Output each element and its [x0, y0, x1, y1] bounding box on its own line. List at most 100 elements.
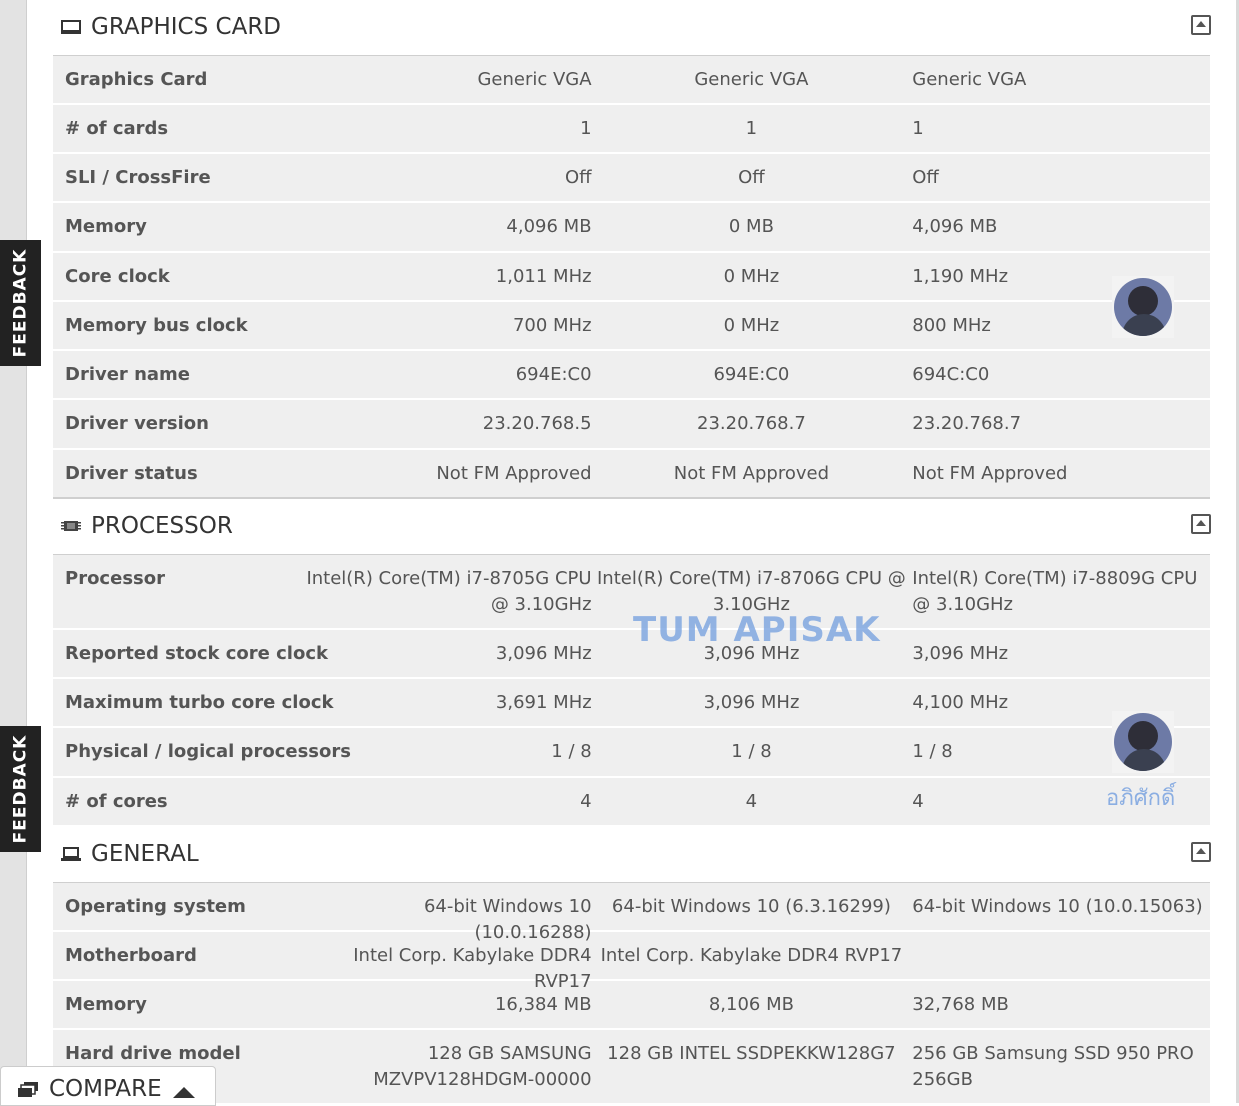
- feedback-tab[interactable]: FEEDBACK: [0, 240, 41, 366]
- expand-arrow-icon[interactable]: [173, 1087, 195, 1098]
- table-row: Core clock 1,011 MHz 0 MHz 1,190 MHz: [53, 253, 1210, 302]
- table-row: # of cards 1 1 1: [53, 105, 1210, 154]
- row-value: 4: [580, 791, 592, 812]
- row-value: 32,768 MB: [912, 994, 1009, 1015]
- row-value: 23.20.768.7: [697, 413, 806, 434]
- table-row: Memory 4,096 MB 0 MB 4,096 MB: [53, 203, 1210, 253]
- row-label: Core clock: [65, 266, 170, 287]
- row-value: 0 MHz: [723, 315, 780, 336]
- row-value: 16,384 MB: [494, 994, 592, 1015]
- row-label: Maximum turbo core clock: [65, 692, 334, 713]
- feedback-label: FEEDBACK: [10, 248, 31, 358]
- row-value: Generic VGA: [912, 69, 1027, 90]
- table-row: Driver status Not FM Approved Not FM Appro…: [53, 450, 1210, 499]
- row-label: Graphics Card: [65, 69, 208, 90]
- feedback-tab[interactable]: FEEDBACK: [0, 726, 41, 852]
- row-value: 23.20.768.7: [912, 413, 1022, 434]
- table-row: SLI / CrossFire Off Off Off: [53, 154, 1210, 203]
- row-value: Off: [912, 167, 939, 188]
- table-row: Motherboard Intel Corp. Kabylake DDR4 RVP…: [53, 932, 1210, 992]
- row-value: 700 MHz: [512, 315, 592, 336]
- table-row: Physical / logical processors 1 / 81 / 81…: [53, 728, 1210, 778]
- comparison-content: GRAPHICS CARD Graphics Card Generic VGA Ge…: [53, 0, 1211, 1105]
- row-value: Intel(R) Core(TM) i7-8705G CPU @ 3.10GHz: [306, 568, 592, 615]
- row-value: 1: [580, 118, 592, 139]
- table-row: Driver name 694E:C0 694E:C0 694C:C0: [53, 351, 1210, 400]
- table-row: Operating system 64-bit Windows 10 (10.0.…: [53, 883, 1210, 943]
- row-value: 256 GB Samsung SSD 950 PRO 256GB: [912, 1043, 1194, 1090]
- row-value: Off: [564, 167, 592, 188]
- row-value: 128 GB INTEL SSDPEKKW128G7: [607, 1043, 896, 1064]
- row-value: 8,106 MB: [708, 994, 794, 1015]
- row-value: 1 / 8: [551, 741, 592, 762]
- row-value: Intel Corp. Kabylake DDR4 RVP17: [600, 945, 903, 966]
- row-value: Intel Corp. Kabylake DDR4 RVP17: [353, 945, 592, 992]
- row-value: 4,096 MB: [506, 216, 592, 237]
- section-header-graphics: GRAPHICS CARD: [53, 0, 1211, 56]
- watermark-avatar: [1112, 276, 1174, 338]
- row-value: 1: [745, 118, 758, 139]
- table-row: Graphics Card Generic VGA Generic VGA Gener…: [53, 56, 1210, 105]
- row-value: [911, 932, 1210, 979]
- row-value: 1: [912, 118, 924, 139]
- processor-icon: [61, 521, 81, 531]
- row-value: 694C:C0: [912, 364, 990, 385]
- table-row: Hard drive model 128 GB SAMSUNG MZVPV128H…: [53, 1030, 1210, 1105]
- row-label: Memory: [65, 994, 147, 1015]
- row-value: 23.20.768.5: [482, 413, 592, 434]
- table-row: Processor Intel(R) Core(TM) i7-8705G CPU …: [53, 555, 1210, 630]
- row-value: 3,096 MHz: [703, 692, 800, 713]
- compare-bar[interactable]: COMPARE: [0, 1066, 216, 1106]
- row-value: 1,011 MHz: [495, 266, 592, 287]
- feedback-label: FEEDBACK: [10, 734, 31, 844]
- row-value: 64-bit Windows 10 (6.3.16299): [611, 896, 891, 917]
- laptop-icon: [61, 847, 81, 861]
- row-label: Driver version: [65, 413, 209, 434]
- row-value: 3,096 MHz: [912, 643, 1009, 664]
- row-label: Driver status: [65, 463, 198, 484]
- row-value: Intel(R) Core(TM) i7-8809G CPU @ 3.10GHz: [912, 568, 1198, 615]
- section-header-general: GENERAL: [53, 827, 1211, 883]
- row-value: 128 GB SAMSUNG MZVPV128HDGM-00000: [373, 1043, 592, 1090]
- row-value: 694E:C0: [713, 364, 790, 385]
- row-label: Reported stock core clock: [65, 643, 328, 664]
- row-value: 64-bit Windows 10 (10.0.15063): [912, 896, 1203, 917]
- row-label: SLI / CrossFire: [65, 167, 211, 188]
- table-row: Memory bus clock 700 MHz 0 MHz 800 MHz: [53, 302, 1210, 351]
- general-rows: Operating system 64-bit Windows 10 (10.0.…: [53, 883, 1210, 1105]
- row-value: Generic VGA: [477, 69, 592, 90]
- graphics-card-icon: [61, 20, 81, 34]
- row-value: Not FM Approved: [912, 463, 1068, 484]
- stack-icon: [18, 1082, 38, 1097]
- section-title: PROCESSOR: [91, 513, 233, 539]
- table-row: Reported stock core clock 3,096 MHz 3,096 …: [53, 630, 1210, 679]
- watermark-text: TUM APISAK: [633, 610, 881, 650]
- row-value: Off: [738, 167, 765, 188]
- row-value: 4: [745, 791, 758, 812]
- watermark-avatar: [1112, 711, 1174, 773]
- row-value: Not FM Approved: [436, 463, 592, 484]
- row-value: 64-bit Windows 10 (10.0.16288): [423, 896, 592, 943]
- left-rail: [0, 0, 27, 1103]
- table-row: Driver version 23.20.768.5 23.20.768.7 23.2…: [53, 400, 1210, 450]
- row-label: # of cores: [65, 791, 168, 812]
- collapse-button[interactable]: [1191, 514, 1211, 534]
- row-value: 4,096 MB: [912, 216, 998, 237]
- row-label: Processor: [65, 568, 165, 589]
- table-row: # of cores 4 4 4: [53, 778, 1210, 827]
- row-label: Memory: [65, 216, 147, 237]
- row-value: 0 MB: [728, 216, 774, 237]
- row-label: Physical / logical processors: [65, 741, 351, 762]
- row-value: 0 MHz: [723, 266, 780, 287]
- collapse-button[interactable]: [1191, 15, 1211, 35]
- row-value: 3,096 MHz: [495, 643, 592, 664]
- row-value: 1 / 8: [731, 741, 772, 762]
- row-value: 694E:C0: [515, 364, 592, 385]
- graphics-rows: Graphics Card Generic VGA Generic VGA Gener…: [53, 56, 1210, 499]
- section-title: GRAPHICS CARD: [91, 14, 282, 40]
- compare-label: COMPARE: [49, 1076, 162, 1102]
- row-label: Operating system: [65, 896, 246, 917]
- watermark-thai-text: อภิศักดิ์: [1106, 786, 1176, 811]
- row-label: Motherboard: [65, 945, 197, 966]
- collapse-button[interactable]: [1191, 842, 1211, 862]
